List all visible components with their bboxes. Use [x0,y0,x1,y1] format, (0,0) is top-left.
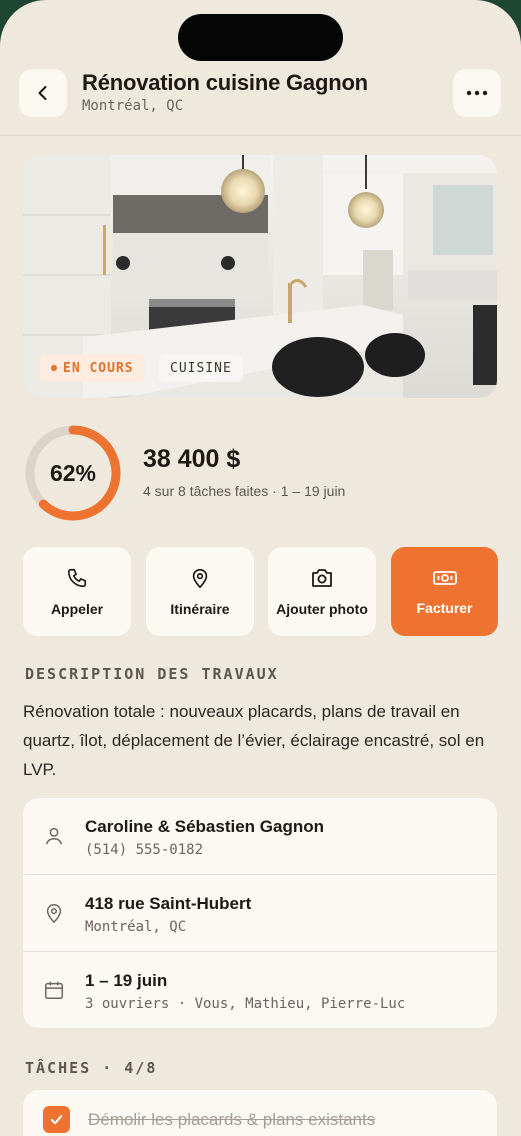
back-button[interactable] [19,69,67,117]
invoice-icon [432,570,457,585]
address-row[interactable]: 418 rue Saint-Hubert Montréal, QC [23,874,497,950]
calendar-icon [45,981,63,999]
status-dot-icon [51,365,57,371]
description-heading: DESCRIPTION DES TRAVAUX [25,665,279,683]
address-street: 418 rue Saint-Hubert [85,894,252,913]
schedule-row[interactable]: 1 – 19 juin 3 ouvriers · Vous, Mathieu, … [23,951,497,1027]
camera-icon [312,568,332,587]
chevron-left-icon [38,86,47,100]
phone-screen: Rénovation cuisine Gagnon Montréal, QC E… [0,0,521,1136]
status-badge-label: EN COURS [63,360,134,376]
add-photo-button-label: Ajouter photo [276,600,368,617]
page-subtitle: Montréal, QC [82,98,184,114]
description-text: Rénovation totale : nouveaux placards, p… [23,702,485,779]
project-photo[interactable]: EN COURS CUISINE [23,155,497,398]
more-options-button[interactable] [453,69,501,117]
map-pin-icon [46,904,62,924]
address-city: Montréal, QC [85,919,187,935]
user-icon [45,827,63,845]
task-label: Démolir les placards & plans existants [88,1110,376,1129]
client-row[interactable]: Caroline & Sébastien Gagnon (514) 555-01… [23,798,497,874]
call-button[interactable]: Appeler [23,547,131,636]
directions-button-label: Itinéraire [170,600,230,617]
task-item[interactable]: Démolir les placards & plans existants [23,1090,497,1136]
page-title: Rénovation cuisine Gagnon [82,70,368,95]
directions-button[interactable]: Itinéraire [146,547,254,636]
checkmark-icon [50,1115,63,1125]
progress-percent-label: 62% [49,459,97,486]
schedule-dates: 1 – 19 juin [85,971,168,990]
header: Rénovation cuisine Gagnon Montréal, QC [0,68,521,136]
more-horizontal-icon [466,90,488,96]
phone-icon [67,568,87,587]
project-info-card: Caroline & Sébastien Gagnon (514) 555-01… [23,798,497,1028]
invoice-button-label: Facturer [416,599,473,616]
status-badge: EN COURS [40,354,145,382]
task-checkbox[interactable] [43,1106,70,1133]
progress-summary: 4 sur 8 tâches faites · 1 – 19 juin [143,483,346,499]
crew-list: 3 ouvriers · Vous, Mathieu, Pierre-Luc [85,996,406,1012]
map-pin-icon [192,568,208,588]
tasks-heading: TÂCHES · 4/8 [25,1059,158,1077]
invoice-button[interactable]: Facturer [391,547,498,636]
project-amount: 38 400 $ [143,445,241,473]
client-phone: (514) 555-0182 [85,842,204,858]
client-name: Caroline & Sébastien Gagnon [85,817,324,836]
camera-notch [178,14,343,61]
add-photo-button[interactable]: Ajouter photo [268,547,376,636]
category-badge: CUISINE [159,354,243,382]
quick-actions: Appeler Itinéraire Ajouter photo Facture… [23,547,498,636]
call-button-label: Appeler [50,600,104,617]
